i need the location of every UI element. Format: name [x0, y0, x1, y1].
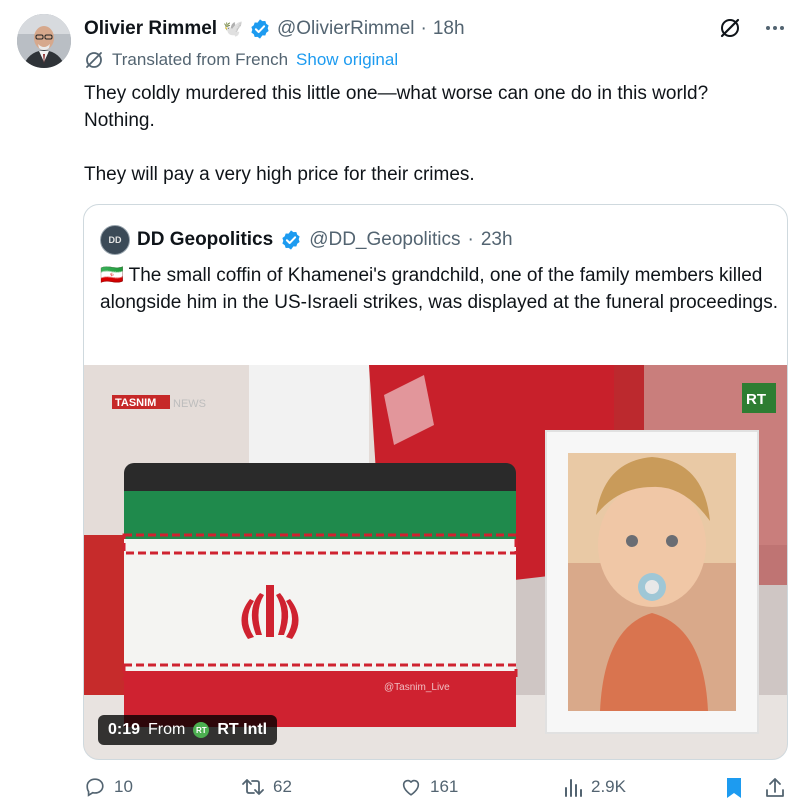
- from-label: From: [148, 721, 186, 738]
- views-button[interactable]: 2.9K: [563, 776, 626, 798]
- action-bar: 10 62 161 2.9K: [84, 776, 788, 806]
- like-count: 161: [430, 777, 459, 796]
- dove-emoji: 🕊️: [223, 21, 243, 38]
- quote-header: DD DD Geopolitics @DD_Geopolitics · 23h: [100, 225, 513, 255]
- quoted-post[interactable]: DD DD Geopolitics @DD_Geopolitics · 23h …: [83, 204, 788, 760]
- post-text: They coldly murdered this little one—wha…: [84, 80, 784, 188]
- reply-button[interactable]: 10: [84, 776, 133, 798]
- repost-count: 62: [273, 777, 292, 796]
- author-handle[interactable]: @OlivierRimmel: [277, 18, 415, 40]
- post-text-line: They coldly murdered this little one—wha…: [84, 83, 709, 104]
- tasnim-watermark: TASNIM: [115, 397, 156, 409]
- translated-label: Translated from French: [112, 50, 289, 69]
- post-text-line: Nothing.: [84, 110, 155, 131]
- post-text-line: They will pay a very high price for thei…: [84, 164, 475, 185]
- repost-icon: [241, 776, 265, 798]
- grok-icon[interactable]: [718, 16, 742, 40]
- heart-icon: [400, 776, 422, 798]
- video-info-badge: 0:19 From RT RT Intl: [98, 715, 278, 745]
- post-header: Olivier Rimmel 🕊️ @OlivierRimmel · 18h: [84, 14, 465, 44]
- rt-intl-logo-icon: RT: [193, 722, 210, 738]
- views-count: 2.9K: [591, 777, 626, 796]
- translation-bar: Translated from French Show original: [84, 50, 398, 70]
- post-time[interactable]: 18h: [433, 18, 465, 40]
- video-duration: 0:19: [108, 721, 141, 738]
- top-actions: [718, 16, 786, 40]
- quote-body: The small coffin of Khamenei's grandchil…: [100, 265, 779, 313]
- more-options-icon[interactable]: [764, 17, 786, 39]
- like-button[interactable]: 161: [400, 776, 458, 798]
- video-player[interactable]: TASNIM NEWS RT @Tasnim_Live 0:19 From RT…: [84, 365, 787, 759]
- share-icon: [764, 776, 786, 800]
- quote-time[interactable]: 23h: [481, 229, 513, 251]
- quote-avatar[interactable]: DD: [100, 225, 130, 255]
- quote-separator: ·: [467, 229, 474, 250]
- quote-text: 🇮🇷 The small coffin of Khamenei's grandc…: [100, 262, 780, 316]
- video-frame: TASNIM NEWS RT @Tasnim_Live: [84, 365, 787, 759]
- rt-watermark: RT: [746, 391, 766, 408]
- share-button[interactable]: [764, 776, 786, 800]
- reply-count: 10: [114, 777, 133, 796]
- verified-badge-icon: [249, 18, 271, 40]
- bookmark-button[interactable]: [724, 776, 744, 800]
- repost-button[interactable]: 62: [241, 776, 292, 798]
- verified-badge-icon: [280, 229, 302, 251]
- author-name[interactable]: Olivier Rimmel: [84, 18, 217, 40]
- translate-icon: [84, 50, 104, 70]
- quote-handle[interactable]: @DD_Geopolitics: [309, 229, 460, 251]
- author-avatar[interactable]: [17, 14, 71, 68]
- reply-icon: [84, 776, 106, 798]
- news-watermark: NEWS: [173, 398, 206, 410]
- header-separator: ·: [420, 18, 427, 39]
- bookmark-icon: [724, 776, 744, 800]
- tasnim-handle-watermark: @Tasnim_Live: [384, 682, 450, 693]
- quote-author-name[interactable]: DD Geopolitics: [137, 229, 273, 251]
- iran-flag-emoji: 🇮🇷: [100, 265, 124, 286]
- video-source[interactable]: RT Intl: [217, 721, 267, 739]
- show-original-link[interactable]: Show original: [296, 50, 398, 70]
- views-chart-icon: [563, 776, 583, 798]
